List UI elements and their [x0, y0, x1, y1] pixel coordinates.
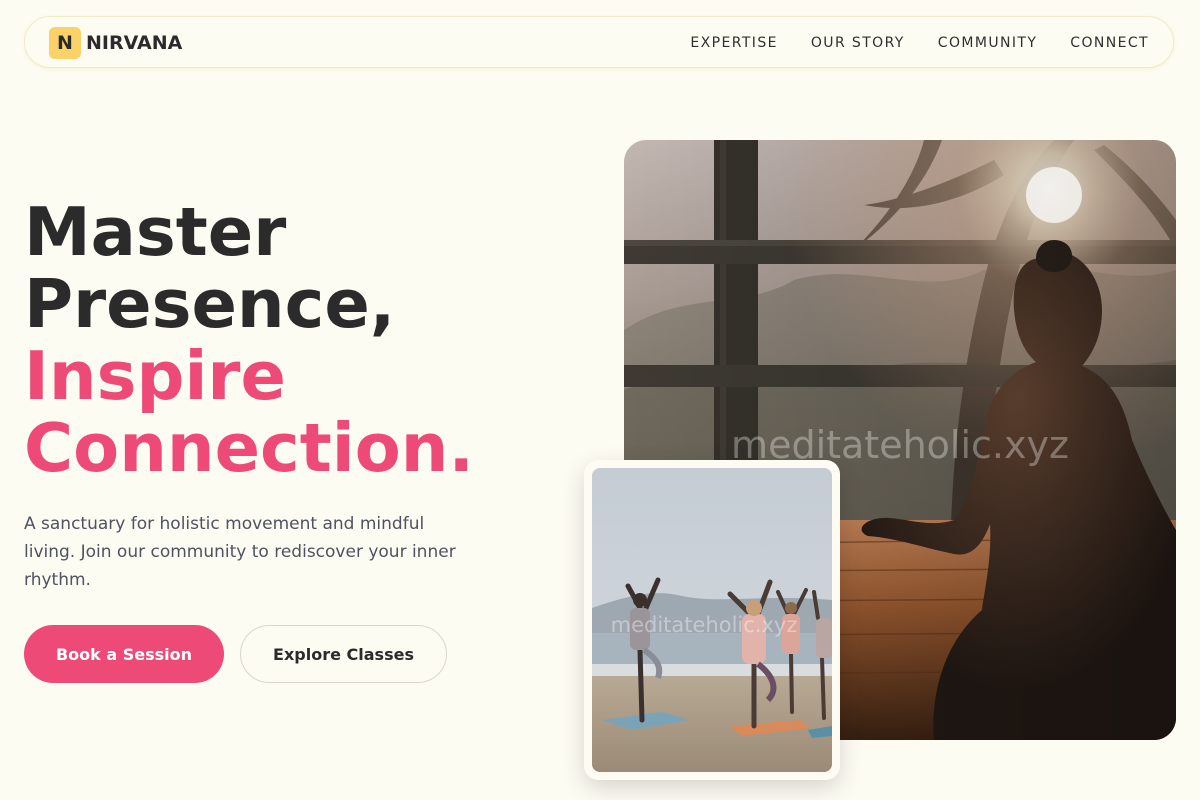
top-navbar: N NIRVANA EXPERTISE OUR STORY COMMUNITY … — [24, 16, 1174, 68]
nav-link-connect[interactable]: CONNECT — [1070, 35, 1149, 51]
explore-classes-button[interactable]: Explore Classes — [240, 625, 447, 683]
beach-yoga-photo: meditateholic.xyz — [592, 468, 832, 772]
small-photo-watermark: meditateholic.xyz — [611, 613, 798, 637]
headline-accent-line-2: Connection. — [24, 409, 474, 487]
brand-logo[interactable]: N NIRVANA — [49, 27, 182, 59]
nav-link-expertise[interactable]: EXPERTISE — [690, 35, 777, 51]
beach-yoga-photo-card: meditateholic.xyz — [584, 460, 840, 780]
hero-headline: Master Presence, Inspire Connection. — [24, 196, 474, 484]
headline-accent-line-1: Inspire — [24, 337, 286, 415]
book-session-button[interactable]: Book a Session — [24, 625, 224, 683]
nav-links: EXPERTISE OUR STORY COMMUNITY CONNECT — [657, 17, 1149, 69]
hero-subtext: A sanctuary for holistic movement and mi… — [24, 514, 456, 590]
nav-link-our-story[interactable]: OUR STORY — [811, 35, 905, 51]
brand-name: NIRVANA — [86, 32, 183, 54]
headline-line-1: Master — [24, 193, 287, 271]
nav-link-community[interactable]: COMMUNITY — [938, 35, 1038, 51]
headline-line-2: Presence, — [24, 265, 396, 343]
logo-badge: N — [49, 27, 81, 59]
